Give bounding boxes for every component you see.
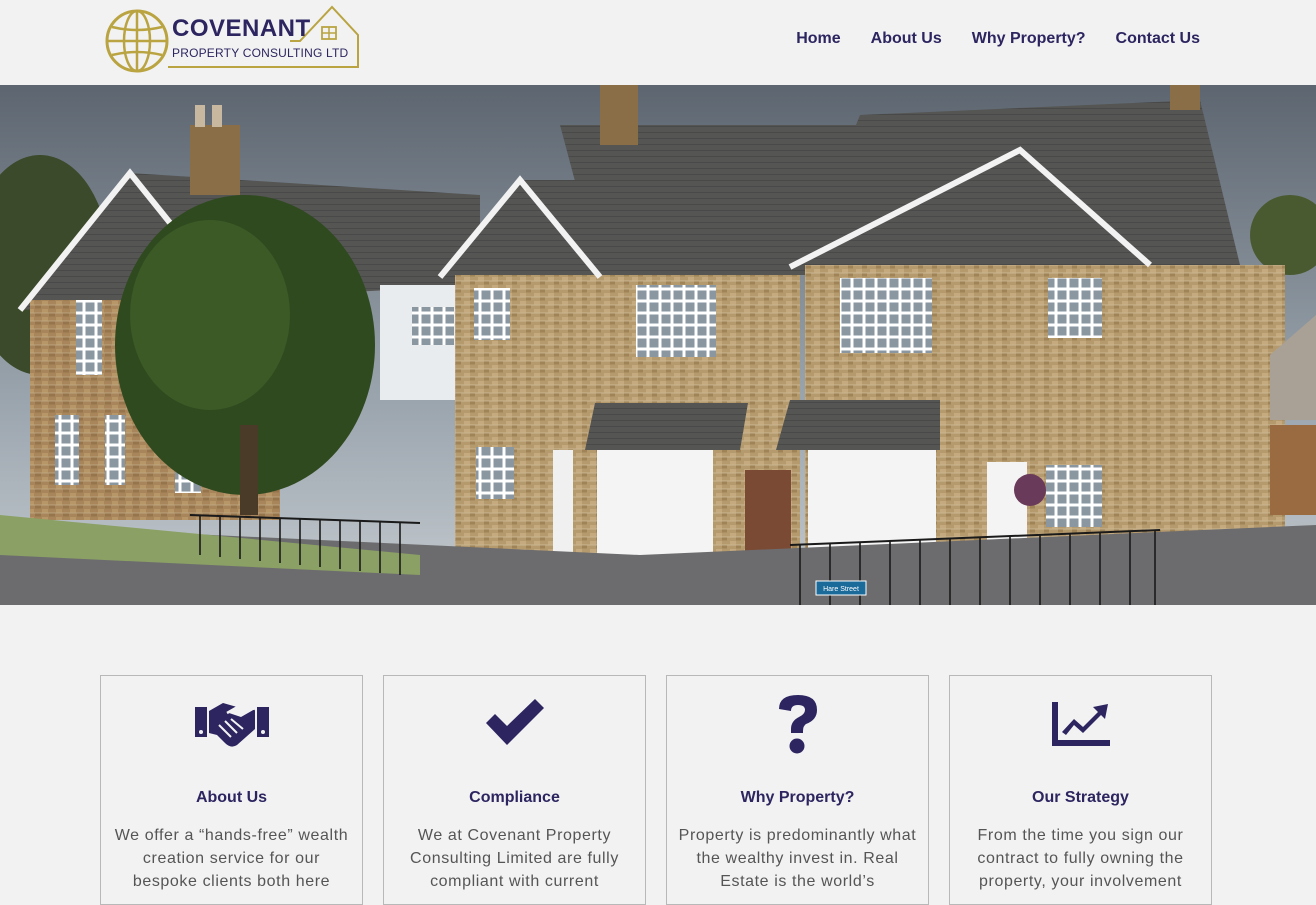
card-text: Property is predominantly what the wealt… [678, 827, 917, 890]
card-title: About Us [195, 789, 268, 806]
houses-illustration: Hare Street [0, 85, 1316, 605]
chart-area-icon [1041, 692, 1121, 756]
card-text: We at Covenant Property Consulting Limit… [410, 827, 619, 890]
card-about-us[interactable]: About Us We offer a “hands-free” wealth … [100, 675, 363, 905]
card-our-strategy[interactable]: Our Strategy From the time you sign our … [949, 675, 1212, 905]
card-title: Compliance [469, 789, 560, 806]
main-nav: Home About Us Why Property? Contact Us [796, 30, 1200, 48]
card-title: Our Strategy [1032, 789, 1129, 806]
company-logo[interactable]: COVENANT PROPERTY CONSULTING LTD [104, 5, 364, 75]
nav-why-property[interactable]: Why Property? [972, 30, 1086, 48]
card-title: Why Property? [740, 789, 855, 806]
logo-name: COVENANT [172, 15, 311, 42]
handshake-icon [192, 692, 272, 756]
nav-contact-us[interactable]: Contact Us [1116, 30, 1200, 48]
card-compliance[interactable]: Compliance We at Covenant Property Consu… [383, 675, 646, 905]
feature-cards: About Us We offer a “hands-free” wealth … [100, 675, 1220, 905]
logo-subtitle: PROPERTY CONSULTING LTD [172, 46, 349, 60]
card-text: We offer a “hands-free” wealth creation … [114, 827, 349, 890]
hero-image: Hare Street [0, 85, 1316, 605]
question-mark-icon [758, 692, 838, 756]
card-text: From the time you sign our contract to f… [977, 827, 1184, 890]
nav-home[interactable]: Home [796, 30, 840, 48]
site-header: COVENANT PROPERTY CONSULTING LTD Home Ab… [0, 0, 1316, 85]
card-why-property[interactable]: Why Property? Property is predominantly … [666, 675, 929, 905]
street-sign-text: Hare Street [823, 586, 859, 593]
nav-about-us[interactable]: About Us [871, 30, 942, 48]
checkmark-icon [475, 692, 555, 756]
